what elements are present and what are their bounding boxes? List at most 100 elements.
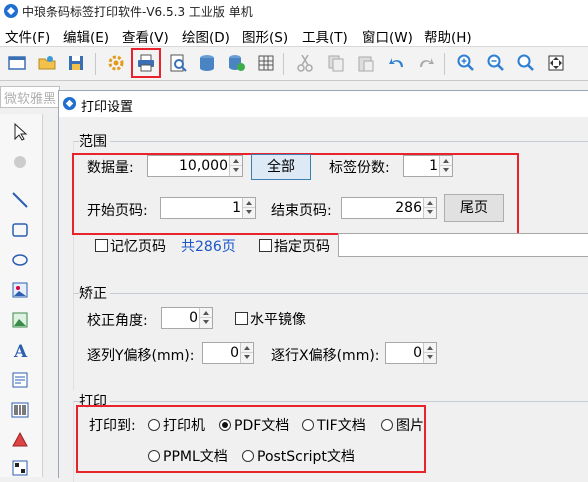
qrcode-icon[interactable] xyxy=(10,458,30,478)
col-y-offset-label: 逐列Y偏移(mm): xyxy=(87,348,195,364)
app-logo-icon xyxy=(4,4,18,18)
picture-icon[interactable] xyxy=(10,310,30,330)
shape-icon[interactable] xyxy=(10,430,30,450)
menu-help[interactable]: 帮助(H) xyxy=(424,26,472,46)
remember-page-label: 记忆页码 xyxy=(110,239,166,255)
total-pages-text: 共286页 xyxy=(181,239,236,255)
start-page-value: 1 xyxy=(232,200,241,216)
spinner-arrows[interactable] xyxy=(439,156,452,176)
spinner-arrows[interactable] xyxy=(240,343,253,363)
image-icon[interactable] xyxy=(10,280,30,300)
correction-group xyxy=(73,293,588,390)
copy-icon[interactable] xyxy=(326,53,346,73)
specify-page-checkbox[interactable] xyxy=(259,239,272,252)
print-preview-icon[interactable] xyxy=(168,53,188,73)
dialog-title: 打印设置 xyxy=(81,100,134,115)
remember-page-checkbox[interactable] xyxy=(95,239,108,252)
last-page-button[interactable]: 尾页 xyxy=(444,194,504,222)
dialog-body: 范围 数据量: 10,000 全部 标签份数: 1 开始页码: 1 结束页码: … xyxy=(59,117,588,482)
all-button[interactable]: 全部 xyxy=(251,154,311,180)
toolbar xyxy=(0,47,588,81)
menu-bar: 文件(F) 编辑(E) 查看(V) 绘图(D) 图形(S) 工具(T) 窗口(W… xyxy=(0,22,588,47)
text-icon[interactable]: A xyxy=(10,340,30,360)
barcode-icon[interactable] xyxy=(10,400,30,420)
radio-image[interactable] xyxy=(381,419,393,431)
radio-printer[interactable] xyxy=(148,419,160,431)
row-x-offset-value: 0 xyxy=(413,345,422,361)
spinner-arrows[interactable] xyxy=(423,343,436,363)
cut-icon[interactable] xyxy=(295,53,315,73)
fit-page-icon[interactable] xyxy=(546,53,566,73)
database-icon[interactable] xyxy=(197,53,217,73)
radio-printer-label: 打印机 xyxy=(163,418,205,434)
spinner-arrows[interactable] xyxy=(423,198,436,218)
print-icon[interactable] xyxy=(136,53,156,73)
specify-page-input[interactable] xyxy=(338,233,588,257)
radio-tif[interactable] xyxy=(302,419,314,431)
undo-icon[interactable] xyxy=(387,53,407,73)
range-group-label: 范围 xyxy=(79,131,110,151)
radio-ppml-label: PPML文档 xyxy=(163,449,228,465)
ellipse-icon[interactable] xyxy=(10,250,30,270)
end-page-spinner[interactable]: 286 xyxy=(341,197,437,219)
radio-pdf[interactable] xyxy=(219,419,231,431)
radio-image-label: 图片 xyxy=(396,418,424,434)
select-arrow-icon[interactable] xyxy=(10,122,30,142)
start-page-spinner[interactable]: 1 xyxy=(160,197,256,219)
copies-spinner[interactable]: 1 xyxy=(403,155,453,177)
settings-gear-icon[interactable] xyxy=(106,53,126,73)
col-y-offset-spinner[interactable]: 0 xyxy=(202,342,254,364)
app-logo-icon xyxy=(62,96,77,111)
angle-spinner[interactable]: 0 xyxy=(161,307,213,329)
radio-ppml[interactable] xyxy=(148,450,160,462)
menu-tools[interactable]: 工具(T) xyxy=(302,26,348,46)
menu-view[interactable]: 查看(V) xyxy=(122,26,169,46)
data-count-spinner[interactable]: 10,000 xyxy=(147,155,243,177)
end-page-value: 286 xyxy=(395,200,422,216)
data-count-label: 数据量: xyxy=(87,160,134,176)
copies-label: 标签份数: xyxy=(329,160,390,176)
end-page-label: 结束页码: xyxy=(271,203,332,219)
zoom-out-icon[interactable] xyxy=(486,53,506,73)
grid-icon[interactable] xyxy=(256,53,276,73)
mirror-label: 水平镜像 xyxy=(250,312,306,328)
start-page-label: 开始页码: xyxy=(87,203,148,219)
dialog-title-bar: 打印设置 xyxy=(59,91,588,117)
angle-value: 0 xyxy=(189,310,198,326)
radio-tif-label: TIF文档 xyxy=(317,418,366,434)
print-settings-dialog: 打印设置 范围 数据量: 10,000 全部 标签份数: 1 开始页码: 1 结… xyxy=(58,90,588,482)
menu-file[interactable]: 文件(F) xyxy=(5,26,50,46)
window-title: 中琅条码标签打印软件-V6.5.3 工业版 单机 xyxy=(22,5,253,19)
new-window-icon[interactable] xyxy=(7,53,27,73)
font-combo[interactable]: 微软雅黑 xyxy=(0,86,60,108)
open-folder-icon[interactable] xyxy=(37,53,57,73)
save-icon[interactable] xyxy=(66,53,86,73)
zoom-in-icon[interactable] xyxy=(456,53,476,73)
database-settings-icon[interactable] xyxy=(226,53,246,73)
col-y-offset-value: 0 xyxy=(230,345,239,361)
redo-icon[interactable] xyxy=(416,53,436,73)
rectangle-icon[interactable] xyxy=(10,220,30,240)
data-count-value: 10,000 xyxy=(179,158,228,174)
spinner-arrows[interactable] xyxy=(199,308,212,328)
left-toolbox: A xyxy=(0,114,43,477)
svg-text:A: A xyxy=(13,342,28,360)
title-bar: 中琅条码标签打印软件-V6.5.3 工业版 单机 xyxy=(0,0,588,22)
radio-postscript[interactable] xyxy=(242,450,254,462)
spinner-arrows[interactable] xyxy=(229,156,242,176)
paste-icon[interactable] xyxy=(356,53,376,73)
radio-pdf-label: PDF文档 xyxy=(234,418,290,434)
line-icon[interactable] xyxy=(10,190,30,210)
menu-edit[interactable]: 编辑(E) xyxy=(63,26,109,46)
row-x-offset-spinner[interactable]: 0 xyxy=(385,342,437,364)
zoom-fit-icon[interactable] xyxy=(516,53,536,73)
menu-shape[interactable]: 图形(S) xyxy=(242,26,288,46)
spinner-arrows[interactable] xyxy=(242,198,255,218)
paragraph-text-icon[interactable] xyxy=(10,370,30,390)
rotate-icon[interactable] xyxy=(10,152,30,172)
mirror-checkbox[interactable] xyxy=(235,312,248,325)
font-combo-value: 微软雅黑 xyxy=(4,92,57,107)
menu-draw[interactable]: 绘图(D) xyxy=(182,26,230,46)
menu-window[interactable]: 窗口(W) xyxy=(362,26,413,46)
correction-group-label: 矫正 xyxy=(79,283,110,303)
